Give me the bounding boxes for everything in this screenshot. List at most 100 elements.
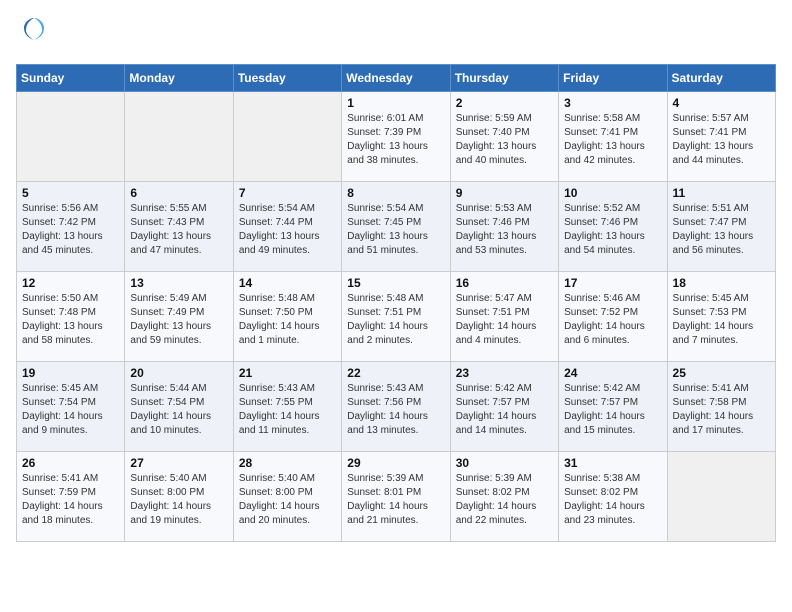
day-number: 11 — [673, 186, 770, 200]
day-info: Sunrise: 5:54 AM Sunset: 7:44 PM Dayligh… — [239, 202, 336, 258]
calendar-cell: 25Sunrise: 5:41 AM Sunset: 7:58 PM Dayli… — [667, 362, 775, 452]
day-header-sunday: Sunday — [17, 65, 125, 92]
calendar-cell: 4 Sunrise: 5:57 AM Sunset: 7:41 PM Daylig… — [667, 92, 775, 182]
day-info: Sunrise: 5:51 AM Sunset: 7:47 PM Dayligh… — [673, 202, 770, 258]
calendar-cell: 21Sunrise: 5:43 AM Sunset: 7:55 PM Dayli… — [233, 362, 341, 452]
day-info: Sunrise: 5:39 AM Sunset: 8:02 PM Dayligh… — [456, 472, 553, 528]
logo-bird-icon — [20, 16, 48, 52]
calendar-cell: 15 Sunrise: 5:48 AM Sunset: 7:51 PM Dayli… — [342, 272, 450, 362]
calendar-cell: 5Sunrise: 5:56 AM Sunset: 7:42 PM Daylig… — [17, 182, 125, 272]
day-number: 19 — [22, 366, 119, 380]
day-number: 26 — [22, 456, 119, 470]
calendar-cell: 23 Sunrise: 5:42 AM Sunset: 7:57 PM Dayli… — [450, 362, 558, 452]
day-number: 10 — [564, 186, 661, 200]
day-header-saturday: Saturday — [667, 65, 775, 92]
calendar-cell: 12Sunrise: 5:50 AM Sunset: 7:48 PM Dayli… — [17, 272, 125, 362]
day-number: 2 — [456, 96, 553, 110]
day-number: 6 — [130, 186, 227, 200]
calendar-cell: 26 Sunrise: 5:41 AM Sunset: 7:59 PM Dayli… — [17, 452, 125, 542]
day-info: Sunrise: 5:58 AM Sunset: 7:41 PM Dayligh… — [564, 112, 661, 168]
calendar-cell: 14 Sunrise: 5:48 AM Sunset: 7:50 PM Dayli… — [233, 272, 341, 362]
day-info: Sunrise: 5:38 AM Sunset: 8:02 PM Dayligh… — [564, 472, 661, 528]
day-header-thursday: Thursday — [450, 65, 558, 92]
day-header-wednesday: Wednesday — [342, 65, 450, 92]
day-number: 8 — [347, 186, 444, 200]
day-number: 16 — [456, 276, 553, 290]
day-number: 21 — [239, 366, 336, 380]
day-number: 22 — [347, 366, 444, 380]
calendar-cell: 22 Sunrise: 5:43 AM Sunset: 7:56 PM Dayli… — [342, 362, 450, 452]
calendar-week-5: 26 Sunrise: 5:41 AM Sunset: 7:59 PM Dayli… — [17, 452, 776, 542]
day-number: 15 — [347, 276, 444, 290]
day-number: 17 — [564, 276, 661, 290]
page-header — [16, 16, 776, 52]
day-info: Sunrise: 5:40 AM Sunset: 8:00 PM Dayligh… — [130, 472, 227, 528]
calendar-cell: 9 Sunrise: 5:53 AM Sunset: 7:46 PM Daylig… — [450, 182, 558, 272]
day-info: Sunrise: 5:48 AM Sunset: 7:51 PM Dayligh… — [347, 292, 444, 348]
calendar-cell: 7Sunrise: 5:54 AM Sunset: 7:44 PM Daylig… — [233, 182, 341, 272]
day-info: Sunrise: 5:52 AM Sunset: 7:46 PM Dayligh… — [564, 202, 661, 258]
day-number: 31 — [564, 456, 661, 470]
day-number: 5 — [22, 186, 119, 200]
day-info: Sunrise: 5:40 AM Sunset: 8:00 PM Dayligh… — [239, 472, 336, 528]
day-info: Sunrise: 5:45 AM Sunset: 7:54 PM Dayligh… — [22, 382, 119, 438]
calendar-cell: 29 Sunrise: 5:39 AM Sunset: 8:01 PM Dayli… — [342, 452, 450, 542]
calendar-week-2: 5Sunrise: 5:56 AM Sunset: 7:42 PM Daylig… — [17, 182, 776, 272]
day-info: Sunrise: 5:39 AM Sunset: 8:01 PM Dayligh… — [347, 472, 444, 528]
day-info: Sunrise: 5:43 AM Sunset: 7:56 PM Dayligh… — [347, 382, 444, 438]
calendar-cell: 2 Sunrise: 5:59 AM Sunset: 7:40 PM Daylig… — [450, 92, 558, 182]
day-number: 20 — [130, 366, 227, 380]
calendar-header-row: SundayMondayTuesdayWednesdayThursdayFrid… — [17, 65, 776, 92]
calendar-cell: 11 Sunrise: 5:51 AM Sunset: 7:47 PM Dayli… — [667, 182, 775, 272]
day-header-tuesday: Tuesday — [233, 65, 341, 92]
day-info: Sunrise: 5:41 AM Sunset: 7:58 PM Dayligh… — [673, 382, 770, 438]
day-info: Sunrise: 5:55 AM Sunset: 7:43 PM Dayligh… — [130, 202, 227, 258]
day-info: Sunrise: 5:53 AM Sunset: 7:46 PM Dayligh… — [456, 202, 553, 258]
calendar-cell: 27Sunrise: 5:40 AM Sunset: 8:00 PM Dayli… — [125, 452, 233, 542]
day-number: 28 — [239, 456, 336, 470]
calendar-cell: 3 Sunrise: 5:58 AM Sunset: 7:41 PM Daylig… — [559, 92, 667, 182]
day-number: 3 — [564, 96, 661, 110]
day-number: 30 — [456, 456, 553, 470]
calendar-cell — [125, 92, 233, 182]
day-info: Sunrise: 5:48 AM Sunset: 7:50 PM Dayligh… — [239, 292, 336, 348]
calendar-cell: 10 Sunrise: 5:52 AM Sunset: 7:46 PM Dayli… — [559, 182, 667, 272]
day-info: Sunrise: 5:59 AM Sunset: 7:40 PM Dayligh… — [456, 112, 553, 168]
day-info: Sunrise: 5:57 AM Sunset: 7:41 PM Dayligh… — [673, 112, 770, 168]
calendar-cell: 24Sunrise: 5:42 AM Sunset: 7:57 PM Dayli… — [559, 362, 667, 452]
day-info: Sunrise: 5:45 AM Sunset: 7:53 PM Dayligh… — [673, 292, 770, 348]
day-info: Sunrise: 5:54 AM Sunset: 7:45 PM Dayligh… — [347, 202, 444, 258]
calendar-cell — [233, 92, 341, 182]
day-info: Sunrise: 5:42 AM Sunset: 7:57 PM Dayligh… — [456, 382, 553, 438]
day-info: Sunrise: 5:44 AM Sunset: 7:54 PM Dayligh… — [130, 382, 227, 438]
calendar-cell: 30 Sunrise: 5:39 AM Sunset: 8:02 PM Dayli… — [450, 452, 558, 542]
day-header-monday: Monday — [125, 65, 233, 92]
calendar-cell: 31 Sunrise: 5:38 AM Sunset: 8:02 PM Dayli… — [559, 452, 667, 542]
day-number: 4 — [673, 96, 770, 110]
calendar-cell — [667, 452, 775, 542]
day-info: Sunrise: 5:50 AM Sunset: 7:48 PM Dayligh… — [22, 292, 119, 348]
calendar-cell: 8 Sunrise: 5:54 AM Sunset: 7:45 PM Daylig… — [342, 182, 450, 272]
calendar-cell: 17Sunrise: 5:46 AM Sunset: 7:52 PM Dayli… — [559, 272, 667, 362]
day-info: Sunrise: 5:41 AM Sunset: 7:59 PM Dayligh… — [22, 472, 119, 528]
day-number: 18 — [673, 276, 770, 290]
day-number: 29 — [347, 456, 444, 470]
calendar-cell: 18 Sunrise: 5:45 AM Sunset: 7:53 PM Dayli… — [667, 272, 775, 362]
day-number: 14 — [239, 276, 336, 290]
day-header-friday: Friday — [559, 65, 667, 92]
calendar-week-3: 12Sunrise: 5:50 AM Sunset: 7:48 PM Dayli… — [17, 272, 776, 362]
day-info: Sunrise: 5:42 AM Sunset: 7:57 PM Dayligh… — [564, 382, 661, 438]
logo — [16, 16, 48, 52]
calendar-cell: 6 Sunrise: 5:55 AM Sunset: 7:43 PM Daylig… — [125, 182, 233, 272]
day-number: 9 — [456, 186, 553, 200]
calendar-cell: 28 Sunrise: 5:40 AM Sunset: 8:00 PM Dayli… — [233, 452, 341, 542]
day-number: 23 — [456, 366, 553, 380]
day-info: Sunrise: 5:49 AM Sunset: 7:49 PM Dayligh… — [130, 292, 227, 348]
calendar-cell: 13Sunrise: 5:49 AM Sunset: 7:49 PM Dayli… — [125, 272, 233, 362]
calendar-cell: 1 Sunrise: 6:01 AM Sunset: 7:39 PM Daylig… — [342, 92, 450, 182]
day-info: Sunrise: 6:01 AM Sunset: 7:39 PM Dayligh… — [347, 112, 444, 168]
calendar-table: SundayMondayTuesdayWednesdayThursdayFrid… — [16, 64, 776, 542]
calendar-cell: 16Sunrise: 5:47 AM Sunset: 7:51 PM Dayli… — [450, 272, 558, 362]
day-number: 1 — [347, 96, 444, 110]
calendar-cell — [17, 92, 125, 182]
